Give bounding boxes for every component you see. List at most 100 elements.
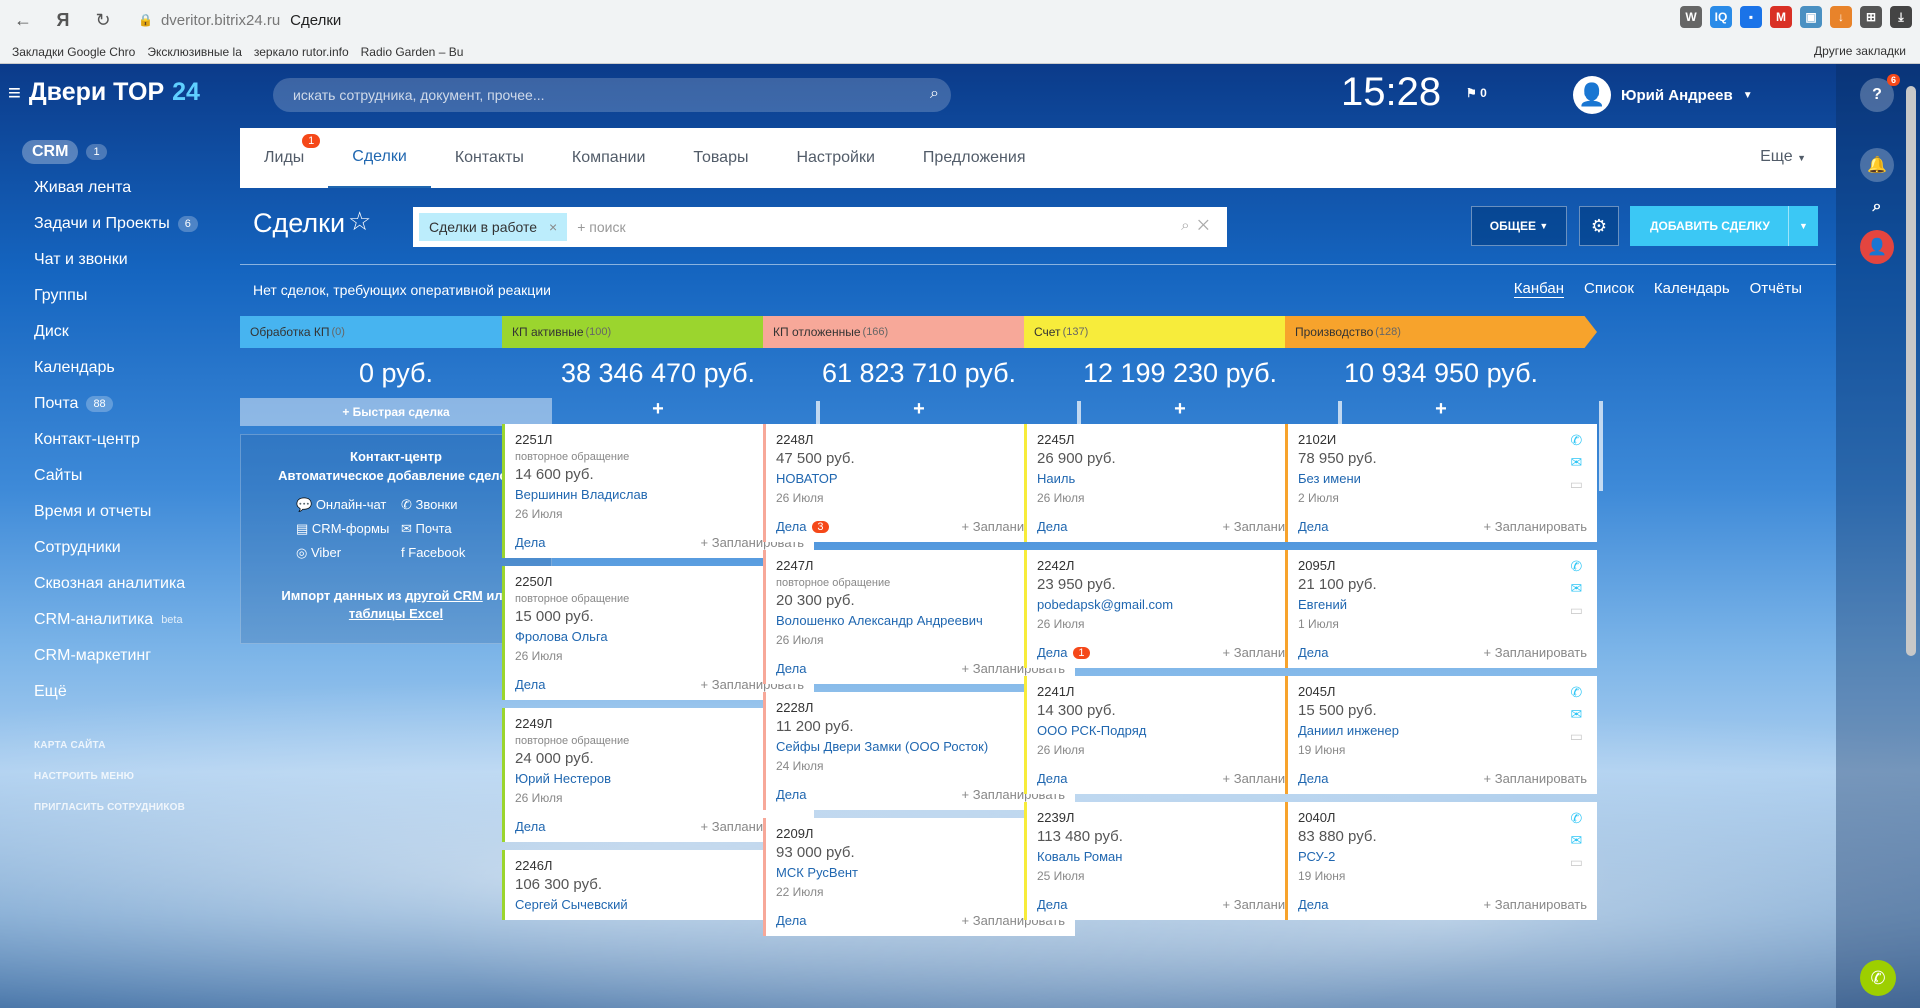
deal-client[interactable]: Сейфы Двери Замки (ООО Росток)	[776, 739, 1065, 754]
deal-client[interactable]: Без имени	[1298, 471, 1587, 486]
deal-client[interactable]: Коваль Роман	[1037, 849, 1326, 864]
search-icon[interactable]: ⌕	[930, 85, 939, 103]
tab-products[interactable]: Товары	[669, 128, 772, 188]
add-deal-button[interactable]: ДОБАВИТЬ СДЕЛКУ ▼	[1630, 206, 1818, 246]
deal-title[interactable]: 2228Л	[776, 700, 1065, 715]
bookmark-radio-garden[interactable]: Radio Garden – Bu	[361, 45, 464, 59]
help-icon[interactable]: ? 6	[1860, 74, 1900, 112]
cc-item[interactable]: 💬 Онлайн-чат	[296, 497, 391, 513]
cc-item[interactable]: f Facebook	[401, 545, 496, 561]
menu-item-1[interactable]: Задачи и Проекты 6	[0, 206, 240, 242]
iq-icon[interactable]: IQ	[1710, 6, 1732, 28]
chat-icon[interactable]: ▭	[1570, 854, 1583, 871]
deal-tasks[interactable]: Дела	[1298, 519, 1328, 534]
deal-client[interactable]: pobedapsk@gmail.com	[1037, 597, 1326, 612]
deal-tasks[interactable]: Дела	[515, 819, 545, 834]
deal-tasks[interactable]: Дела	[515, 677, 545, 692]
mail-icon[interactable]: ✉	[1570, 706, 1583, 723]
page-scrollbar[interactable]	[1906, 86, 1916, 656]
bell-icon[interactable]: 🔔	[1860, 148, 1894, 182]
download-icon[interactable]: ↓	[1830, 6, 1852, 28]
deal-client[interactable]: Евгений	[1298, 597, 1587, 612]
tab-contacts[interactable]: Контакты	[431, 128, 548, 188]
screenshot-icon[interactable]: ▣	[1800, 6, 1822, 28]
user-menu[interactable]: 👤 Юрий Андреев ▼	[1573, 76, 1753, 114]
search-panel-icon[interactable]: ⌕	[1860, 190, 1894, 224]
other-bookmarks[interactable]: Другие закладки	[1814, 44, 1906, 58]
deal-title[interactable]: 2250Л	[515, 574, 804, 589]
invite-users-link[interactable]: ПРИГЛАСИТЬ СОТРУДНИКОВ	[0, 792, 240, 823]
deal-tasks[interactable]: Дела	[1037, 897, 1067, 912]
deal-client[interactable]: Вершинин Владислав	[515, 487, 804, 502]
star-icon[interactable]: ☆	[348, 206, 371, 237]
filter-search[interactable]: Сделки в работе × + поиск ⌕✕	[413, 207, 1227, 247]
deal-client[interactable]: ООО РСК-Подряд	[1037, 723, 1326, 738]
tab-companies[interactable]: Компании	[548, 128, 670, 188]
global-search[interactable]: искать сотрудника, документ, прочее... ⌕	[273, 78, 951, 112]
menu-item-10[interactable]: Сотрудники	[0, 530, 240, 566]
back-icon[interactable]: ←	[6, 3, 40, 37]
cc-item[interactable]: ◎ Viber	[296, 545, 391, 561]
deal-tasks[interactable]: Дела	[776, 661, 806, 676]
view-list[interactable]: Список	[1584, 280, 1634, 298]
wordpress-icon[interactable]: W	[1680, 6, 1702, 28]
translate-icon[interactable]: ⊞	[1860, 6, 1882, 28]
phone-icon[interactable]: ✆	[1570, 432, 1583, 449]
menu-item-9[interactable]: Время и отчеты	[0, 494, 240, 530]
menu-item-7[interactable]: Контакт-центр	[0, 422, 240, 458]
column-header[interactable]: Производство (128)	[1285, 316, 1597, 348]
tab-leads[interactable]: Лиды 1	[240, 128, 328, 188]
menu-item-12[interactable]: CRM-аналитика beta	[0, 602, 240, 638]
deal-title[interactable]: 2249Л	[515, 716, 804, 731]
general-button[interactable]: ОБЩЕЕ ▼	[1471, 206, 1567, 246]
reload-icon[interactable]: ↻	[86, 3, 120, 37]
deal-title[interactable]: 2247Л	[776, 558, 1065, 573]
chat-icon[interactable]: ▭	[1570, 728, 1583, 745]
configure-menu-link[interactable]: НАСТРОИТЬ МЕНЮ	[0, 761, 240, 792]
phone-icon[interactable]: ✆	[1860, 960, 1896, 996]
deal-title[interactable]: 2209Л	[776, 826, 1065, 841]
filter-placeholder[interactable]: + поиск	[577, 219, 625, 235]
cc-import-link-crm[interactable]: другой CRM	[405, 588, 483, 603]
clock[interactable]: 15:28	[1341, 70, 1441, 115]
deal-client[interactable]: Юрий Нестеров	[515, 771, 804, 786]
deal-title[interactable]: 2095Л	[1298, 558, 1587, 573]
extension-icon[interactable]: ▪	[1740, 6, 1762, 28]
deal-tasks[interactable]: Дела	[776, 787, 806, 802]
deal-tasks[interactable]: Дела	[776, 913, 806, 928]
menu-item-3[interactable]: Группы	[0, 278, 240, 314]
deal-tasks[interactable]: Дела 3	[776, 519, 829, 534]
menu-item-6[interactable]: Почта 88	[0, 386, 240, 422]
view-reports[interactable]: Отчёты	[1750, 280, 1802, 298]
site-map-link[interactable]: КАРТА САЙТА	[0, 730, 240, 761]
phone-icon[interactable]: ✆	[1570, 810, 1583, 827]
deal-title[interactable]: 2241Л	[1037, 684, 1326, 699]
view-kanban[interactable]: Канбан	[1513, 280, 1564, 298]
deal-client[interactable]: РСУ-2	[1298, 849, 1587, 864]
chat-icon[interactable]: ▭	[1570, 602, 1583, 619]
deal-client[interactable]: Наиль	[1037, 471, 1326, 486]
gear-icon[interactable]: ⚙	[1579, 206, 1619, 246]
add-deal-dropdown-icon[interactable]: ▼	[1788, 206, 1818, 246]
deal-tasks[interactable]: Дела 1	[1037, 645, 1090, 660]
deal-card[interactable]: 2040Л 83 880 руб. РСУ-2 19 Июня Дела + Заплан…	[1285, 802, 1597, 920]
cc-item[interactable]: ▤ CRM-формы	[296, 521, 391, 537]
tab-settings[interactable]: Настройки	[772, 128, 898, 188]
menu-item-13[interactable]: CRM-маркетинг	[0, 638, 240, 674]
bookmark-google[interactable]: Закладки Google Chro	[12, 45, 135, 59]
bookmark-exclusive[interactable]: Эксклюзивные la	[147, 45, 242, 59]
deal-card[interactable]: 2102И 78 950 руб. Без имени 2 Июля Дела + Зап…	[1285, 424, 1597, 542]
cc-import-link-excel[interactable]: таблицы Excel	[349, 606, 443, 621]
column-scrollbar[interactable]	[1599, 401, 1603, 491]
menu-item-14[interactable]: Ещё	[0, 674, 240, 710]
plan-activity-button[interactable]: + Запланировать	[1484, 645, 1587, 660]
menu-item-crm[interactable]: CRM 1	[0, 134, 240, 170]
deal-title[interactable]: 2242Л	[1037, 558, 1326, 573]
menu-item-4[interactable]: Диск	[0, 314, 240, 350]
deal-client[interactable]: МСК РусВент	[776, 865, 1065, 880]
view-calendar[interactable]: Календарь	[1654, 280, 1730, 298]
filter-search-icon[interactable]: ⌕	[1181, 217, 1197, 234]
tab-deals[interactable]: Сделки	[328, 128, 431, 188]
deal-title[interactable]: 2239Л	[1037, 810, 1326, 825]
user-panel-icon[interactable]: 👤	[1860, 230, 1894, 264]
